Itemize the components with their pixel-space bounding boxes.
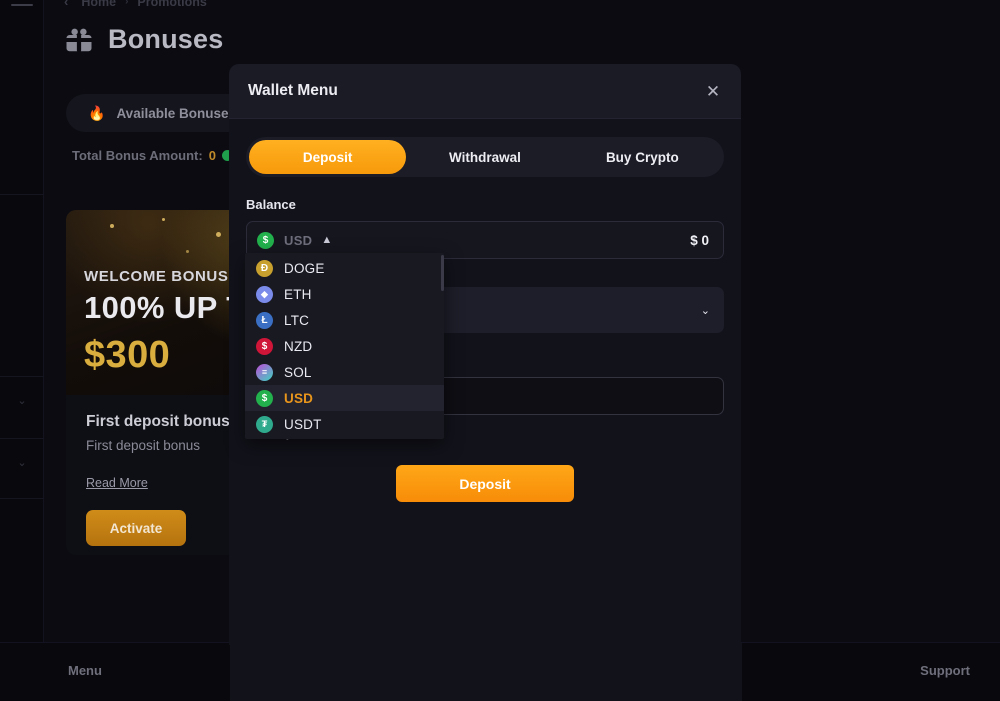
usd-coin-icon: $ (257, 232, 274, 249)
chevron-down-icon[interactable]: ⌄ (701, 304, 710, 317)
promo-banner-line1: WELCOME BONUS (84, 268, 228, 285)
page-title: Bonuses (108, 24, 223, 55)
dropdown-scrollbar[interactable] (441, 255, 444, 291)
chevron-left-icon[interactable]: ‹ (64, 0, 68, 9)
close-icon[interactable]: ✕ (697, 76, 729, 108)
usdt-coin-icon: ₮ (256, 416, 273, 433)
nzd-coin-icon: $ (256, 338, 273, 355)
eth-coin-icon: ◆ (256, 286, 273, 303)
dropdown-option-doge[interactable]: Ð DOGE (245, 255, 444, 281)
promo-banner-line3: $300 (84, 334, 170, 377)
dropdown-option-label: USDT (284, 417, 322, 432)
bottom-bar: Menu Support (0, 642, 1000, 700)
dropdown-option-label: SOL (284, 365, 312, 380)
dropdown-option-sol[interactable]: ≡ SOL (245, 359, 444, 385)
balance-label: Balance (246, 197, 724, 212)
sidebar-rail: ⌄ ⌄ (0, 0, 44, 700)
balance-currency: USD (284, 233, 312, 248)
dropdown-option-usd[interactable]: $ USD (245, 385, 444, 411)
available-bonuses-label: Available Bonuses (116, 106, 236, 121)
modal-title: Wallet Menu (248, 82, 338, 100)
balance-amount: $ 0 (690, 233, 709, 248)
breadcrumb-home[interactable]: Home (81, 0, 116, 9)
tab-deposit[interactable]: Deposit (249, 140, 406, 174)
ltc-coin-icon: Ł (256, 312, 273, 329)
wallet-tabs: Deposit Withdrawal Buy Crypto (246, 137, 724, 177)
currency-dropdown: Ð DOGE ◆ ETH Ł LTC $ NZD ≡ SOL $ USD ₮ U… (245, 253, 444, 439)
total-bonus-amount: Total Bonus Amount: 0 (72, 148, 233, 163)
total-bonus-value: 0 (209, 148, 216, 163)
dropdown-option-label: DOGE (284, 261, 325, 276)
chevron-down-icon[interactable]: ⌄ (15, 456, 29, 470)
tab-withdrawal[interactable]: Withdrawal (406, 140, 563, 174)
bottom-support-button[interactable]: Support (920, 663, 970, 678)
dropdown-option-label: LTC (284, 313, 309, 328)
dropdown-option-label: NZD (284, 339, 312, 354)
breadcrumb-separator: › (125, 0, 128, 7)
chevron-down-icon[interactable]: ⌄ (15, 394, 29, 408)
dropdown-option-usdt[interactable]: ₮ USDT (245, 411, 444, 437)
deposit-submit-button[interactable]: Deposit (396, 465, 574, 502)
dropdown-option-nzd[interactable]: $ NZD (245, 333, 444, 359)
doge-coin-icon: Ð (256, 260, 273, 277)
dropdown-option-label: USD (284, 391, 313, 406)
page-header: Bonuses (64, 24, 223, 55)
usd-coin-icon: $ (256, 390, 273, 407)
rail-divider (0, 498, 44, 499)
rail-divider (0, 438, 44, 439)
sol-coin-icon: ≡ (256, 364, 273, 381)
read-more-link[interactable]: Read More (86, 476, 148, 490)
flame-icon: 🔥 (88, 105, 105, 122)
hamburger-icon[interactable] (11, 4, 33, 6)
gift-icon (64, 25, 94, 55)
app-background: ⌄ ⌄ ‹ Home › Promotions Bonuses 🔥 Availa… (0, 0, 1000, 700)
breadcrumb-current[interactable]: Promotions (137, 0, 206, 9)
chevron-up-icon[interactable]: ▲ (321, 235, 332, 246)
modal-header: Wallet Menu ✕ (229, 64, 741, 119)
tab-buy-crypto[interactable]: Buy Crypto (564, 140, 721, 174)
activate-button[interactable]: Activate (86, 510, 186, 546)
dropdown-option-ltc[interactable]: Ł LTC (245, 307, 444, 333)
total-bonus-label: Total Bonus Amount: (72, 148, 203, 163)
rail-divider (0, 376, 44, 377)
rail-divider (0, 194, 44, 195)
bottom-bar-modal-strip (230, 643, 742, 701)
bottom-menu-button[interactable]: Menu (68, 663, 102, 678)
dropdown-option-eth[interactable]: ◆ ETH (245, 281, 444, 307)
dropdown-option-label: ETH (284, 287, 312, 302)
breadcrumb: ‹ Home › Promotions (64, 0, 207, 9)
